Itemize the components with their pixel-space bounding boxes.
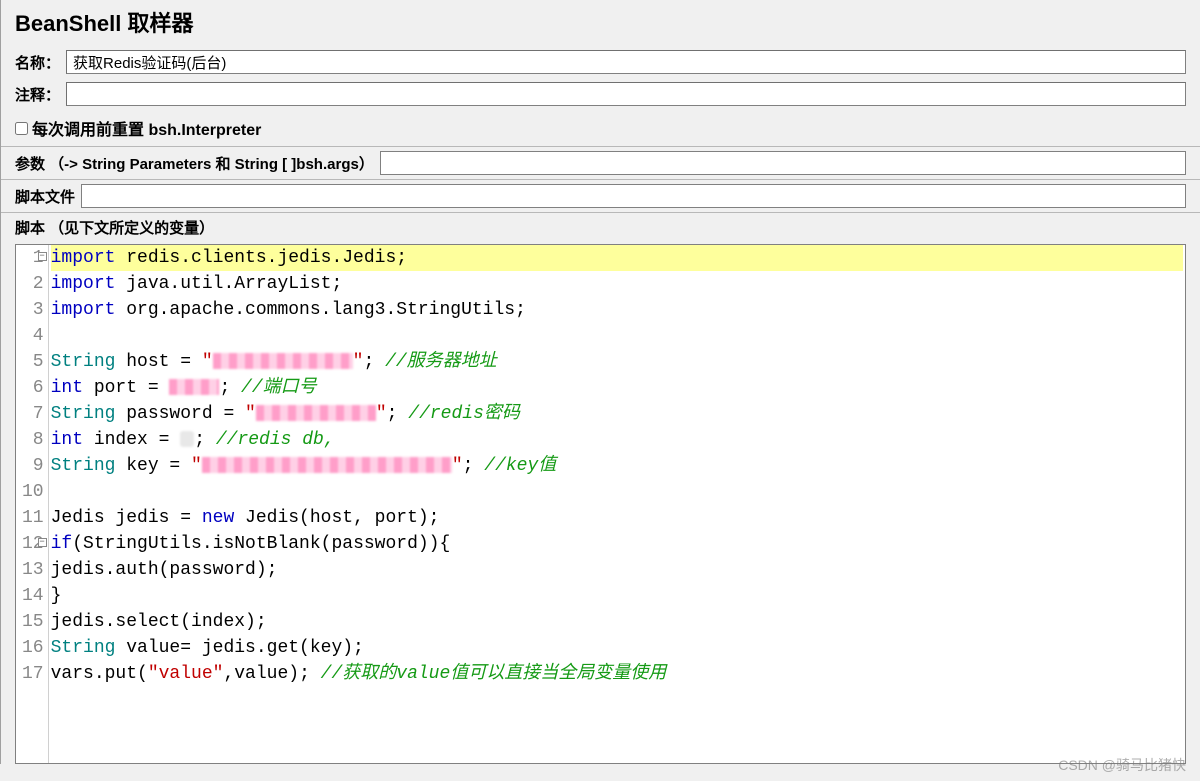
name-input[interactable]	[66, 50, 1186, 74]
redacted-value	[256, 405, 376, 421]
params-label: 参数 （-> String Parameters 和 String [ ]bsh…	[15, 153, 374, 174]
script-file-row: 脚本文件	[1, 179, 1200, 212]
redacted-value	[202, 457, 452, 473]
redacted-value	[213, 353, 353, 369]
code-area[interactable]: import redis.clients.jedis.Jedis;import …	[49, 245, 1185, 763]
line-gutter: 1−23456789101112−1314151617	[16, 245, 49, 763]
panel-title: BeanShell 取样器	[15, 6, 1186, 38]
name-row: 名称：	[1, 46, 1200, 78]
beanshell-sampler-panel: BeanShell 取样器 名称： 注释： 每次调用前重置 bsh.Interp…	[0, 0, 1200, 764]
name-label: 名称：	[15, 52, 60, 73]
panel-title-row: BeanShell 取样器	[1, 0, 1200, 46]
params-row: 参数 （-> String Parameters 和 String [ ]bsh…	[1, 146, 1200, 179]
watermark: CSDN @骑马比猪快	[1058, 755, 1186, 775]
redacted-value	[169, 379, 219, 395]
script-file-input[interactable]	[81, 184, 1186, 208]
params-input[interactable]	[380, 151, 1186, 175]
comment-row: 注释：	[1, 78, 1200, 110]
fold-marker-icon[interactable]: −	[38, 252, 47, 261]
script-editor[interactable]: 1−23456789101112−1314151617 import redis…	[15, 244, 1186, 764]
redacted-value	[180, 431, 194, 447]
script-file-label: 脚本文件	[15, 186, 75, 207]
comment-label: 注释：	[15, 84, 60, 105]
fold-marker-icon[interactable]: −	[38, 538, 47, 547]
reset-row: 每次调用前重置 bsh.Interpreter	[1, 110, 1200, 146]
reset-interpreter-checkbox[interactable]	[15, 122, 28, 135]
script-label: 脚本 （见下文所定义的变量）	[15, 220, 214, 237]
script-label-row: 脚本 （见下文所定义的变量）	[1, 212, 1200, 242]
reset-interpreter-label: 每次调用前重置 bsh.Interpreter	[32, 116, 261, 140]
comment-input[interactable]	[66, 82, 1186, 106]
